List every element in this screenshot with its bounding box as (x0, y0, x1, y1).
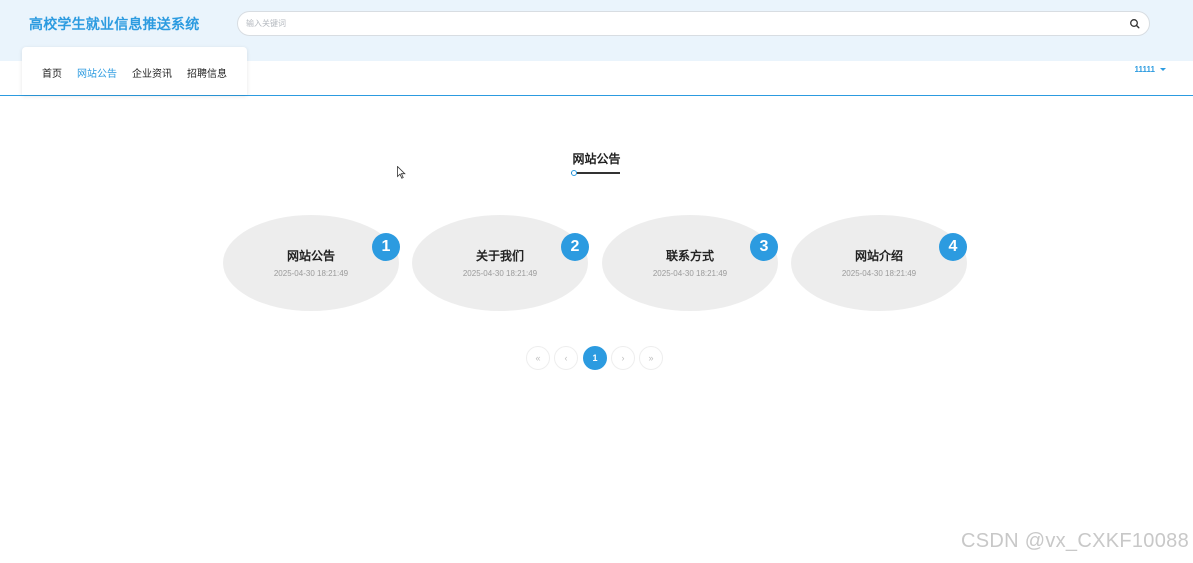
announcement-card[interactable]: 关于我们 2025-04-30 18:21:49 (412, 215, 588, 311)
card-number-badge: 4 (939, 233, 967, 261)
title-underline (571, 172, 620, 174)
pagination-last-button[interactable]: » (639, 346, 663, 370)
card-date: 2025-04-30 18:21:49 (273, 269, 349, 278)
announcement-card[interactable]: 网站公告 2025-04-30 18:21:49 (223, 215, 399, 311)
watermark: CSDN @vx_CXKF10088 (960, 530, 1189, 552)
card-date: 2025-04-30 18:21:49 (841, 269, 917, 278)
card-date: 2025-04-30 18:21:49 (652, 269, 728, 278)
nav-item-announcements[interactable]: 网站公告 (77, 65, 117, 80)
search-input[interactable] (244, 15, 1104, 32)
page-title: 网站公告 (572, 152, 621, 166)
main-navbar: 首页 网站公告 企业资讯 招聘信息 11111 (0, 47, 1193, 96)
pagination-prev-button[interactable]: ‹ (554, 346, 578, 370)
title-dot-icon (571, 169, 577, 176)
pagination-next-button[interactable]: › (611, 346, 635, 370)
caret-down-icon (1160, 68, 1166, 71)
card-number-badge: 2 (561, 233, 589, 261)
user-menu[interactable]: 11111 (1135, 65, 1166, 74)
card-date: 2025-04-30 18:21:49 (462, 269, 538, 278)
user-name: 11111 (1134, 65, 1155, 74)
search-box (237, 11, 1150, 36)
pagination-first-button[interactable]: « (526, 346, 550, 370)
card-number-badge: 3 (750, 233, 778, 261)
site-title[interactable]: 高校学生就业信息推送系统 (29, 14, 199, 34)
nav-item-company-news[interactable]: 企业资讯 (132, 65, 172, 80)
search-icon[interactable] (1128, 17, 1142, 31)
nav-item-home[interactable]: 首页 (42, 65, 62, 80)
announcement-card[interactable]: 网站介绍 2025-04-30 18:21:49 (791, 215, 967, 311)
mouse-cursor-icon (397, 166, 406, 179)
announcement-card[interactable]: 联系方式 2025-04-30 18:21:49 (602, 215, 778, 311)
pagination-page-1[interactable]: 1 (583, 346, 607, 370)
card-number-badge: 1 (372, 233, 400, 261)
nav-menu: 首页 网站公告 企业资讯 招聘信息 (22, 47, 247, 95)
nav-item-job-info[interactable]: 招聘信息 (187, 65, 227, 80)
